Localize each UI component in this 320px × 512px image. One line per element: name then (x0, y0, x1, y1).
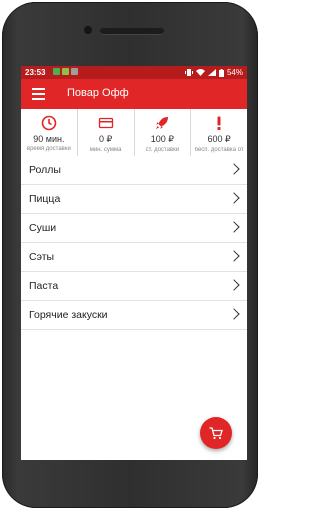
category-label: Роллы (29, 164, 61, 176)
category-label: Горячие закуски (29, 309, 108, 321)
notification-app-icon (71, 68, 78, 75)
rocket-icon (156, 117, 169, 129)
info-delivery-cost: 100 ₽ ст. доставки (135, 109, 192, 156)
app-bar: Повар Офф (21, 79, 247, 109)
chevron-right-icon (228, 163, 240, 175)
category-item-hot-snacks[interactable]: Горячие закуски (21, 301, 247, 330)
category-label: Паста (29, 280, 59, 292)
battery-percent: 54% (226, 68, 243, 77)
clock-icon (41, 115, 57, 131)
info-free-delivery: 600 ₽ бесп. доставка от (191, 109, 247, 156)
phone-frame: 23:53 54% Повар Офф 90 мин. время достав… (2, 2, 258, 508)
chevron-right-icon (228, 308, 240, 320)
category-label: Пицца (29, 193, 61, 205)
wifi-icon (195, 69, 205, 76)
notification-icons (53, 68, 78, 75)
screen: 23:53 54% Повар Офф 90 мин. время достав… (21, 66, 247, 460)
battery-icon (218, 68, 224, 77)
category-item-sushi[interactable]: Суши (21, 214, 247, 243)
front-camera (84, 26, 92, 34)
info-value: 100 ₽ (150, 134, 174, 144)
info-value: 600 ₽ (207, 134, 231, 144)
category-item-rolls[interactable]: Роллы (21, 156, 247, 185)
earpiece-speaker (100, 28, 164, 34)
category-item-pasta[interactable]: Паста (21, 272, 247, 301)
signal-icon (207, 69, 216, 76)
cart-button[interactable] (200, 417, 232, 449)
cart-icon (209, 426, 223, 439)
hamburger-menu-icon[interactable] (32, 88, 45, 100)
delivery-info-panel: 90 мин. время доставки 0 ₽ мин. сумма 10… (21, 109, 247, 157)
info-label: время доставки (26, 146, 71, 152)
info-min-sum: 0 ₽ мин. сумма (78, 109, 135, 156)
info-value: 90 мин. (33, 134, 65, 144)
category-item-sets[interactable]: Сэты (21, 243, 247, 272)
app-title: Повар Офф (67, 87, 129, 99)
exclamation-icon (217, 116, 221, 130)
info-label: бесп. доставка от (194, 147, 244, 153)
status-time: 23:53 (25, 68, 46, 77)
info-delivery-time: 90 мин. время доставки (21, 109, 78, 156)
chevron-right-icon (228, 250, 240, 262)
category-label: Сэты (29, 251, 55, 263)
info-label: мин. сумма (89, 147, 122, 153)
status-bar: 23:53 54% (21, 66, 247, 79)
category-item-pizza[interactable]: Пицца (21, 185, 247, 214)
chevron-right-icon (228, 279, 240, 291)
info-value: 0 ₽ (99, 134, 113, 144)
info-label: ст. доставки (145, 147, 180, 153)
card-icon (98, 117, 113, 129)
chevron-right-icon (228, 221, 240, 233)
vibrate-icon (184, 69, 193, 76)
notification-app-icon (62, 68, 69, 75)
notification-app-icon (53, 68, 60, 75)
category-list: Роллы Пицца Суши Сэты Паста Горячие заку… (21, 156, 247, 330)
category-label: Суши (29, 222, 57, 234)
status-right: 54% (184, 68, 243, 77)
chevron-right-icon (228, 192, 240, 204)
